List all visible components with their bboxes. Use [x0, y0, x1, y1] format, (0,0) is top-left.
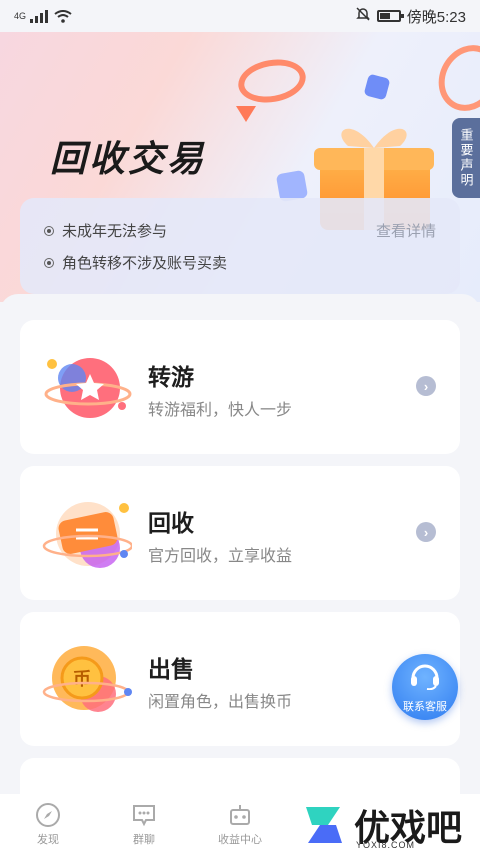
svg-text:币: 币 — [73, 669, 91, 690]
signal-icon — [30, 9, 49, 23]
chat-icon — [133, 805, 155, 827]
nav-label: 发现 — [37, 834, 59, 846]
watermark-url: YOXI8.COM — [356, 840, 416, 850]
nav-group-chat[interactable]: 群聊 — [96, 794, 192, 853]
nav-label: 收益中心 — [218, 834, 262, 846]
nav-label: 群聊 — [133, 834, 155, 846]
rule-text: 未成年无法参与 — [62, 223, 168, 240]
bullet-icon — [44, 257, 54, 268]
chevron-right-icon[interactable]: › — [416, 522, 436, 542]
rule-item: 未成年无法参与 — [44, 220, 167, 241]
mute-bell-icon — [355, 6, 371, 26]
notice-card: 未成年无法参与 角色转移不涉及账号买卖 查看详情 — [20, 198, 460, 294]
star-planet-icon — [44, 358, 132, 418]
recycle-card[interactable]: 回收 官方回收，立享收益 › — [20, 466, 460, 600]
contact-service-button[interactable]: 联系客服 — [392, 654, 458, 720]
headset-icon — [411, 664, 439, 690]
important-notice-tab[interactable]: 重要声明 — [452, 118, 480, 198]
bullet-icon — [44, 225, 54, 236]
cone-decoration — [236, 106, 256, 122]
ring-decoration — [234, 54, 310, 108]
chevron-right-icon[interactable]: › — [416, 376, 436, 396]
card-title: 回收 — [148, 510, 194, 536]
coin-icon: 币 — [42, 646, 132, 712]
exchange-ticket-icon — [42, 502, 132, 568]
compass-icon — [36, 803, 60, 827]
main-panel: 转游 转游福利，快人一步 › 回收 官方回收，立享收益 › 币 出售 闲置角色，… — [0, 294, 480, 818]
rule-text: 角色转移不涉及账号买卖 — [62, 255, 228, 272]
clock: 傍晚5:23 — [406, 8, 466, 26]
transfer-card[interactable]: 转游 转游福利，快人一步 › — [20, 320, 460, 454]
card-subtitle: 转游福利，快人一步 — [148, 402, 293, 419]
battery-icon — [376, 10, 404, 22]
card-title: 出售 — [148, 656, 194, 682]
ring-decoration — [426, 34, 480, 122]
network-type: 4G — [14, 11, 27, 21]
cube-decoration — [363, 73, 391, 101]
robot-icon — [230, 805, 250, 825]
nav-earnings-center[interactable]: 收益中心 — [192, 794, 288, 853]
card-subtitle: 闲置角色，出售换币 — [148, 694, 293, 711]
card-title: 转游 — [148, 364, 194, 390]
watermark-logo — [306, 806, 342, 843]
view-details-link[interactable]: 查看详情 — [376, 220, 436, 241]
service-label: 联系客服 — [403, 701, 447, 713]
status-bar: 4G 傍晚5:23 — [0, 0, 480, 32]
rule-item: 角色转移不涉及账号买卖 — [44, 252, 227, 273]
nav-discover[interactable]: 发现 — [0, 794, 96, 853]
wifi-icon — [54, 10, 72, 23]
page-title: 回收交易 — [50, 138, 207, 179]
card-subtitle: 官方回收，立享收益 — [148, 548, 293, 565]
